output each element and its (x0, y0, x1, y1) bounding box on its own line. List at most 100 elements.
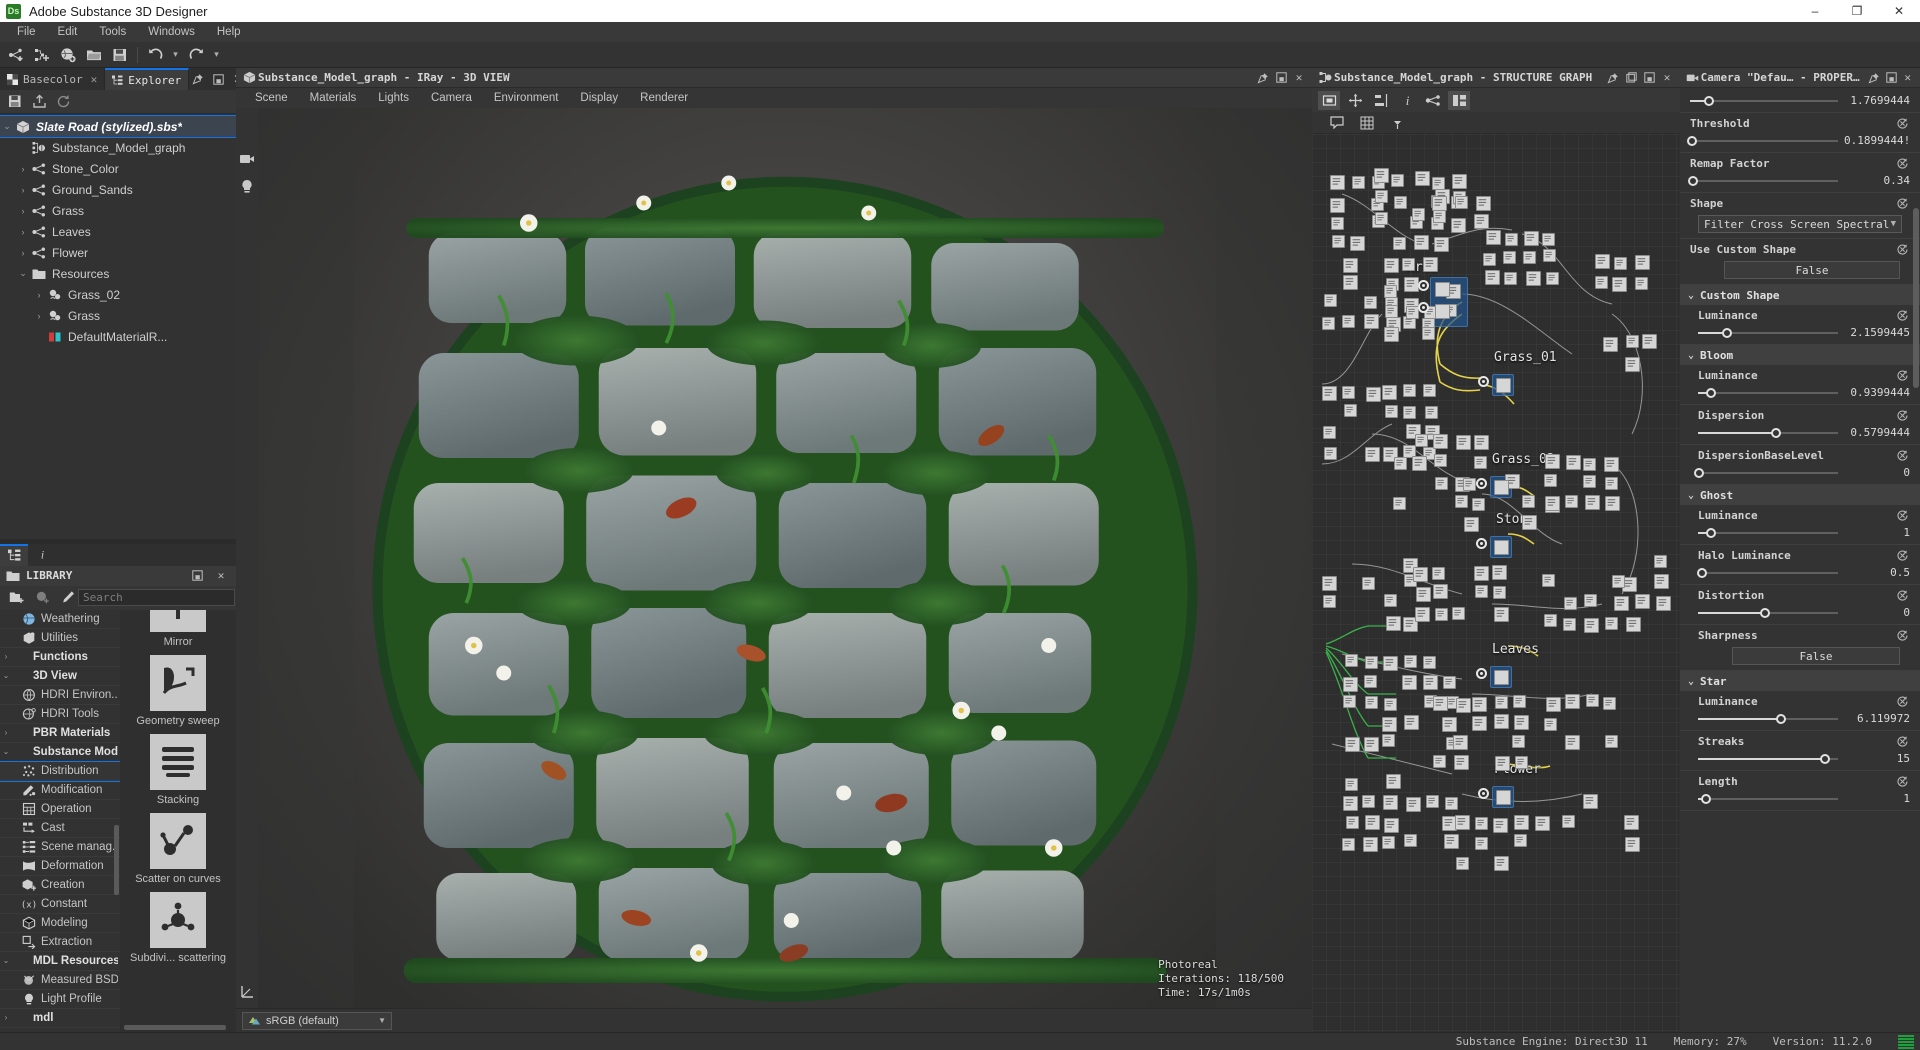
tree-item[interactable]: DefaultMaterialR... (0, 326, 236, 347)
graph-node[interactable] (1345, 654, 1358, 667)
property-slider[interactable] (1698, 567, 1838, 579)
reset-icon[interactable] (1895, 508, 1910, 523)
tree-item[interactable]: ›Stone_Color (0, 158, 236, 179)
graph-node[interactable] (1514, 815, 1529, 830)
move-tool-icon[interactable] (1344, 91, 1366, 110)
graph-node[interactable] (1635, 277, 1648, 290)
graph-output-dot[interactable] (1418, 302, 1429, 313)
graph-node[interactable] (1492, 565, 1507, 580)
graph-node[interactable] (1456, 698, 1471, 713)
graph-node[interactable] (1393, 237, 1406, 250)
graph-node[interactable] (1343, 695, 1356, 708)
property-group-header[interactable]: ⌄Ghost (1680, 485, 1920, 505)
minimize-button[interactable]: – (1794, 0, 1836, 22)
graph-node[interactable] (1433, 210, 1446, 223)
graph-node[interactable] (1413, 567, 1428, 582)
library-category-item[interactable]: HDRI Environ... (0, 686, 120, 705)
graph-node[interactable] (1364, 296, 1377, 309)
graph-node-selected[interactable] (1494, 540, 1509, 555)
graph-node[interactable] (1385, 305, 1398, 318)
graph-node[interactable] (1542, 233, 1555, 246)
graph-node[interactable] (1544, 718, 1557, 731)
graph-node[interactable] (1563, 618, 1576, 631)
close-icon[interactable]: ✕ (212, 567, 230, 585)
graph-node[interactable] (1583, 458, 1596, 471)
tab-library-explorer[interactable] (0, 544, 28, 566)
graph-node[interactable] (1612, 575, 1625, 588)
library-category-item[interactable]: Utilities (0, 629, 120, 648)
property-slider[interactable] (1698, 327, 1838, 339)
library-category-item[interactable]: Creation (0, 876, 120, 895)
graph-node[interactable] (1452, 607, 1465, 620)
graph-node[interactable] (1562, 815, 1575, 828)
chevron-right-icon[interactable]: › (16, 248, 30, 258)
graph-node[interactable] (1322, 386, 1337, 401)
graph-node[interactable] (1323, 426, 1336, 439)
graph-node[interactable] (1382, 836, 1395, 849)
tree-item[interactable]: ⌄Resources (0, 263, 236, 284)
property-value[interactable]: 0 (1844, 466, 1910, 479)
graph-node[interactable] (1455, 815, 1470, 830)
view3d-menu-display[interactable]: Display (569, 88, 629, 108)
property-value[interactable]: 1.7699444 (1844, 94, 1910, 107)
graph-node[interactable] (1386, 774, 1401, 789)
close-icon[interactable]: ✕ (91, 73, 98, 86)
graph-node[interactable] (1635, 594, 1650, 609)
graph-node[interactable] (1495, 696, 1508, 709)
graph-node[interactable] (1456, 857, 1469, 870)
maximize-icon[interactable] (1883, 69, 1900, 87)
graph-node[interactable] (1406, 797, 1421, 812)
graph-node[interactable] (1375, 212, 1388, 225)
graph-node[interactable] (1444, 834, 1459, 849)
chevron-right-icon[interactable]: › (0, 728, 12, 737)
graph-node[interactable] (1472, 697, 1487, 712)
graph-node[interactable] (1486, 230, 1501, 245)
property-boolean-toggle[interactable]: False (1724, 261, 1900, 279)
property-slider[interactable] (1698, 467, 1838, 479)
graph-node-selected[interactable] (1494, 670, 1509, 685)
graph-node[interactable] (1605, 735, 1618, 748)
property-value[interactable]: 2.1599445 (1844, 326, 1910, 339)
graph-node[interactable] (1543, 249, 1556, 262)
graph-node[interactable] (1362, 795, 1375, 808)
graph-node[interactable] (1330, 198, 1345, 213)
chevron-down-icon[interactable]: ⌄ (1688, 490, 1694, 501)
tab-explorer[interactable]: Explorer (105, 68, 189, 90)
new-substance-graph-icon[interactable] (4, 44, 28, 66)
graph-node[interactable] (1343, 275, 1358, 290)
reset-icon[interactable] (1895, 694, 1910, 709)
graph-node[interactable] (1415, 607, 1430, 622)
graph-node[interactable] (1432, 567, 1445, 580)
library-category-item[interactable]: Measured BSDF (0, 971, 120, 990)
list-item[interactable]: Subdivi... scattering (124, 892, 232, 971)
light-icon[interactable] (238, 178, 256, 196)
graph-node[interactable] (1495, 756, 1510, 771)
add-filter-icon[interactable] (32, 589, 52, 607)
graph-node[interactable] (1503, 251, 1516, 264)
graph-node[interactable] (1455, 196, 1468, 209)
graph-node[interactable] (1423, 257, 1438, 272)
graph-node[interactable] (1565, 694, 1580, 709)
colorspace-selector[interactable]: sRGB (default) ▼ (242, 1012, 392, 1030)
view3d-menu-scene[interactable]: Scene (244, 88, 299, 108)
tab-basecolor[interactable]: Basecolor ✕ (0, 68, 105, 90)
graph-node[interactable] (1332, 235, 1345, 248)
graph-node[interactable] (1445, 797, 1458, 810)
new-substance-function-icon[interactable] (30, 44, 54, 66)
graph-node[interactable] (1475, 817, 1488, 830)
graph-node[interactable] (1435, 608, 1448, 621)
graph-node[interactable] (1384, 594, 1397, 607)
graph-node[interactable] (1375, 190, 1388, 203)
graph-node[interactable] (1454, 755, 1469, 770)
graph-node[interactable] (1443, 676, 1456, 689)
view3d-canvas[interactable]: Photoreal Iterations: 118/500 Time: 17s/… (258, 108, 1312, 1008)
graph-node[interactable] (1364, 675, 1377, 688)
graph-node[interactable] (1483, 253, 1496, 266)
graph-node[interactable] (1595, 254, 1610, 269)
library-category-item[interactable]: ⌄MDL Resources (0, 952, 120, 971)
property-slider[interactable] (1698, 427, 1838, 439)
graph-node[interactable] (1493, 586, 1506, 599)
reload-icon[interactable] (53, 93, 73, 111)
graph-node[interactable] (1433, 434, 1448, 449)
graph-node[interactable] (1475, 837, 1488, 850)
